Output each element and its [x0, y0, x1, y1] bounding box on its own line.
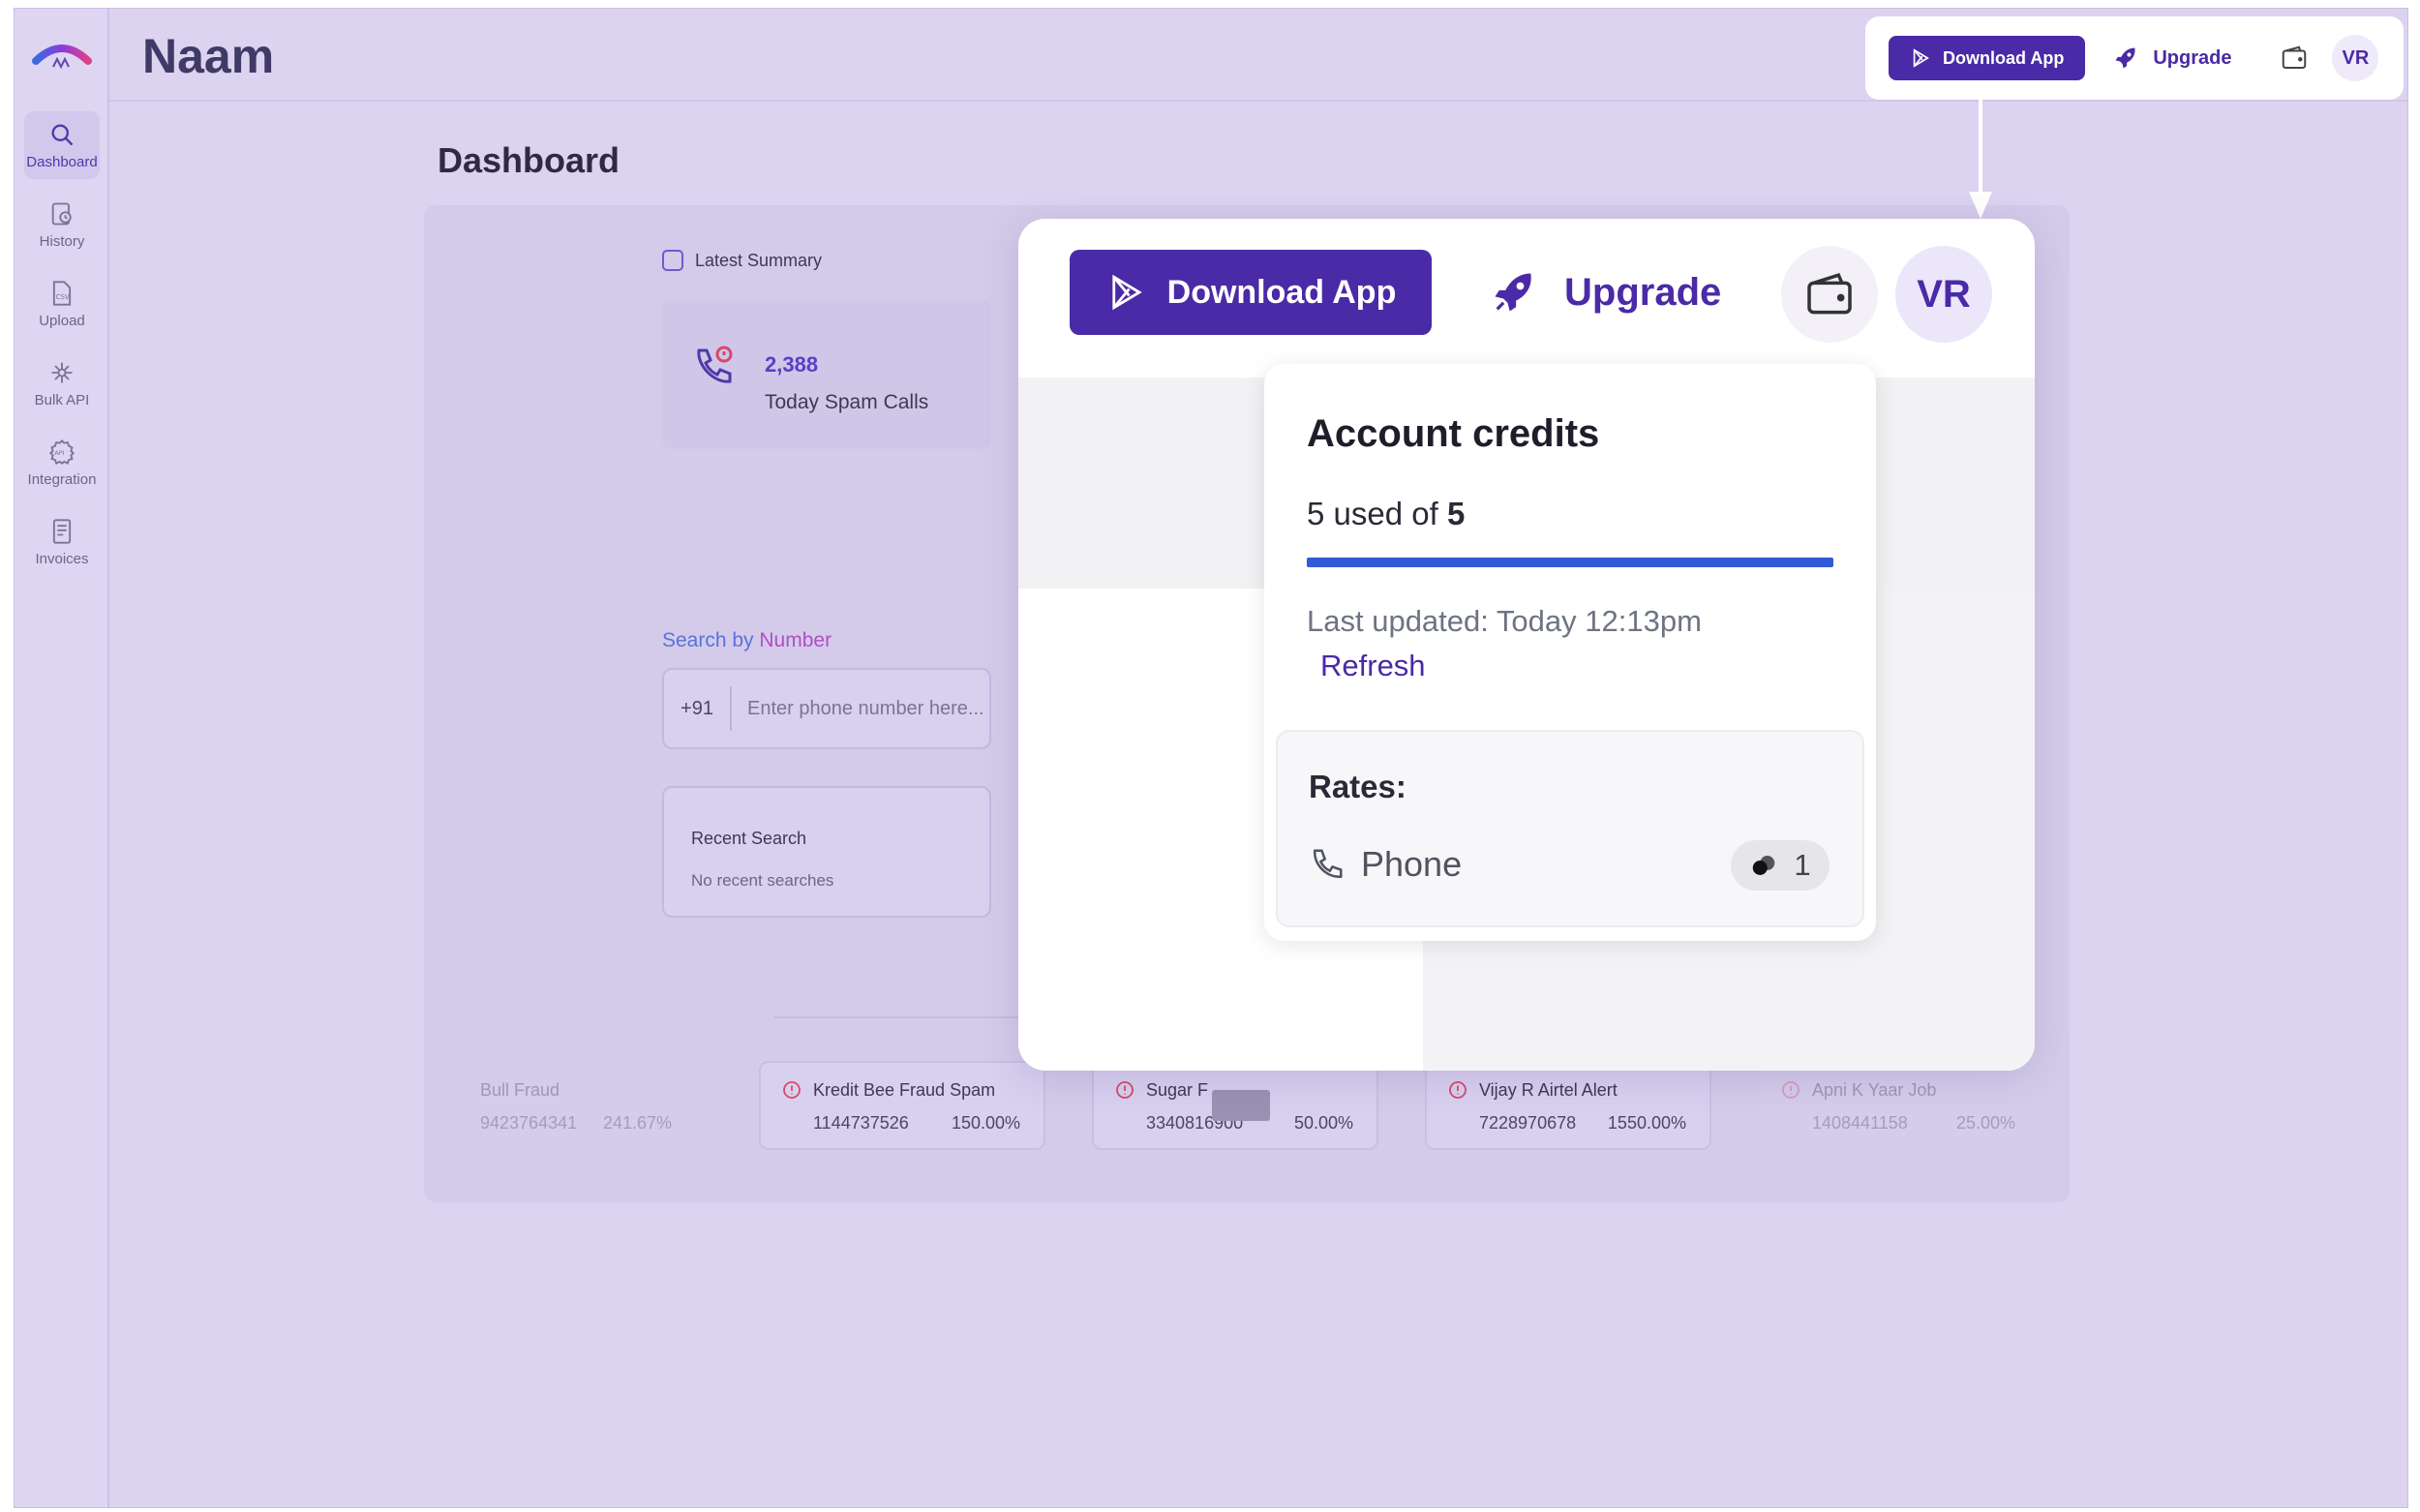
credits-used: 5 used of 5	[1307, 496, 1466, 531]
sidebar-item-bulk-api[interactable]: Bulk API	[24, 349, 100, 417]
country-code[interactable]: +91	[664, 686, 732, 731]
last-updated-text: Last updated: Today 12:13pm	[1307, 604, 1702, 638]
zoom-callout: Download App Upgrade VR Account credits …	[1018, 219, 2035, 1071]
download-app-button[interactable]: Download App	[1889, 36, 2086, 80]
svg-text:API: API	[54, 448, 64, 456]
ticker-card[interactable]: Apni K Yaar Job 1408441158 25.00%	[1758, 1061, 2041, 1150]
phone-search-field[interactable]: +91	[662, 668, 991, 749]
play-store-icon	[1111, 274, 1142, 311]
sidebar-item-label: Integration	[27, 470, 97, 488]
avatar[interactable]: VR	[2332, 35, 2379, 81]
wallet-icon	[1807, 273, 1852, 315]
sidebar-item-label: Invoices	[35, 550, 89, 567]
api-icon: API	[49, 438, 75, 465]
coins-icon	[1753, 856, 1775, 875]
upgrade-button[interactable]: Upgrade	[2112, 45, 2231, 72]
svg-text:CSV: CSV	[56, 292, 70, 300]
ticker-card[interactable]: Kredit Bee Fraud Spam 1144737526 150.00%	[759, 1061, 1045, 1150]
account-credits-dropdown: Account credits 5 used of 5 Last updated…	[1264, 364, 1876, 941]
alert-icon	[1782, 1081, 1800, 1099]
alert-icon	[1449, 1081, 1467, 1099]
divider	[774, 1016, 1026, 1018]
sidebar: Dashboard History CSV Upload Bulk API AP…	[15, 9, 109, 1507]
invoice-icon	[52, 518, 72, 544]
sidebar-item-invoices[interactable]: Invoices	[24, 508, 100, 576]
phone-number-input[interactable]	[732, 697, 983, 720]
search-by-number-label: Search by Number	[662, 629, 832, 651]
rocket-icon	[2115, 47, 2135, 69]
rates-panel: Rates: Phone 1	[1276, 730, 1864, 927]
rates-title: Rates:	[1309, 769, 1407, 804]
ticker-card[interactable]: Vijay R Airtel Alert 7228970678 1550.00%	[1425, 1061, 1711, 1150]
history-icon	[51, 202, 72, 225]
top-bar: Naam Download App Upgrade VR	[109, 9, 2407, 102]
zoom-header: Download App Upgrade VR	[1018, 219, 2035, 378]
refresh-link[interactable]: Refresh	[1320, 649, 1426, 683]
phone-icon	[1314, 849, 1343, 878]
recent-search-panel: Recent Search No recent searches	[662, 786, 991, 918]
phone-alert-icon	[697, 346, 733, 383]
rate-item-phone: Phone	[1309, 844, 1462, 885]
credits-progress-fill	[1307, 558, 1833, 567]
redacted-box	[1212, 1090, 1270, 1121]
search-icon	[51, 124, 74, 145]
alert-icon	[783, 1081, 801, 1099]
csv-icon: CSV	[52, 280, 72, 306]
credits-title: Account credits	[1307, 412, 1600, 455]
sidebar-item-label: History	[39, 232, 85, 250]
recent-search-empty: No recent searches	[691, 871, 834, 890]
app-brand: Naam	[142, 29, 275, 83]
ticker-card[interactable]: Bull Fraud 9423764341 241.67%	[455, 1061, 697, 1150]
alert-icon	[1116, 1081, 1134, 1099]
recent-search-title: Recent Search	[691, 829, 807, 848]
upgrade-button[interactable]: Upgrade	[1489, 254, 1721, 331]
download-app-button[interactable]: Download App	[1070, 250, 1432, 335]
sidebar-item-label: Upload	[39, 312, 85, 329]
latest-summary-label: Latest Summary	[662, 250, 822, 271]
page-title: Dashboard	[438, 140, 620, 180]
sidebar-item-dashboard[interactable]: Dashboard	[24, 111, 100, 179]
top-actions: Download App Upgrade VR	[1865, 16, 2404, 100]
pointer-arrow	[1969, 97, 1992, 219]
avatar[interactable]: VR	[1895, 246, 1992, 343]
credits-progress-bar	[1307, 558, 1833, 567]
logo-icon	[32, 45, 92, 70]
rate-value-badge: 1	[1731, 840, 1830, 891]
spam-count: 2,388	[765, 352, 819, 377]
sidebar-item-label: Bulk API	[34, 391, 90, 408]
wallet-button[interactable]	[1781, 246, 1878, 343]
chart-icon	[662, 250, 683, 271]
sidebar-item-history[interactable]: History	[24, 191, 100, 258]
wallet-icon[interactable]	[2280, 44, 2309, 73]
sidebar-item-label: Dashboard	[26, 153, 98, 170]
sidebar-item-integration[interactable]: API Integration	[24, 429, 100, 497]
spam-label: Today Spam Calls	[765, 391, 929, 413]
bulk-api-icon	[51, 362, 73, 382]
sidebar-item-upload[interactable]: CSV Upload	[24, 270, 100, 338]
spam-calls-card: 2,388 Today Spam Calls	[662, 300, 991, 449]
play-store-icon	[1913, 48, 1929, 68]
rocket-icon	[1495, 273, 1531, 312]
